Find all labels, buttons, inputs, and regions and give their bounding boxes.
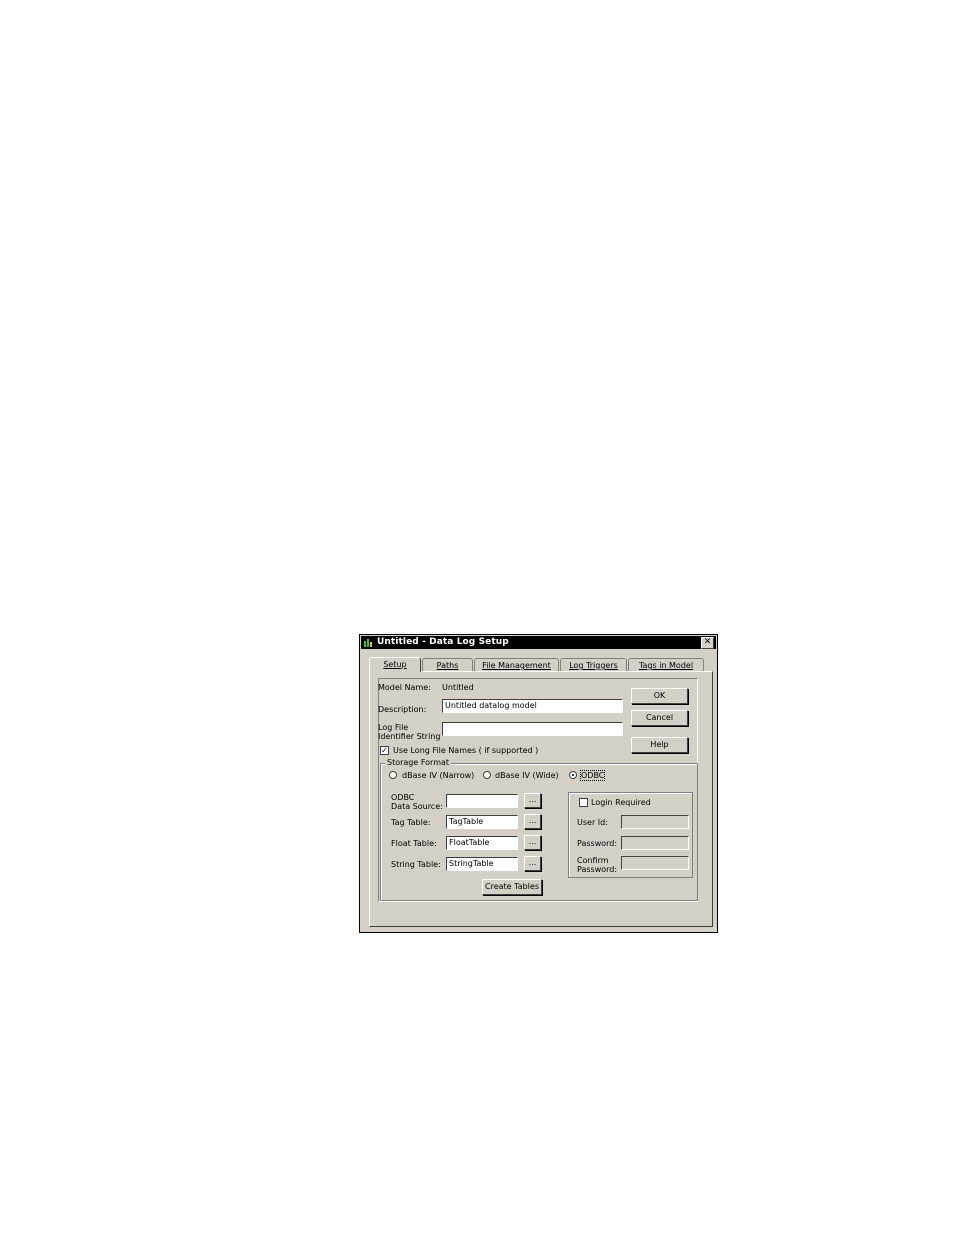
float-table-browse-button[interactable]: ... bbox=[524, 835, 541, 850]
tab-tags-in-model[interactable]: Tags in Model bbox=[628, 658, 704, 671]
odbc-label: ODBC bbox=[579, 770, 606, 781]
password-input[interactable] bbox=[621, 836, 689, 850]
create-tables-button[interactable]: Create Tables bbox=[482, 879, 542, 895]
tag-table-browse-button[interactable]: ... bbox=[524, 814, 541, 829]
float-table-label: Float Table: bbox=[391, 839, 437, 848]
title-bar[interactable]: Untitled - Data Log Setup ✕ bbox=[361, 636, 716, 649]
app-icon bbox=[364, 639, 372, 647]
long-file-names-label: Use Long File Names ( if supported ) bbox=[393, 746, 539, 755]
data-source-browse-button[interactable]: ... bbox=[524, 793, 541, 808]
string-table-input[interactable]: StringTable bbox=[446, 857, 518, 871]
description-input[interactable]: Untitled datalog model bbox=[442, 699, 623, 713]
tab-setup[interactable]: Setup bbox=[369, 657, 421, 672]
tab-paths[interactable]: Paths bbox=[422, 658, 473, 671]
odbc-radio[interactable] bbox=[569, 771, 577, 779]
data-log-setup-dialog: Untitled - Data Log Setup ✕ Setup Paths … bbox=[359, 634, 718, 933]
confirm-password-label-line1: Confirm bbox=[577, 856, 609, 865]
log-file-label-line1: Log File bbox=[378, 723, 409, 732]
help-button[interactable]: Help bbox=[631, 737, 688, 753]
tab-file-management[interactable]: File Management bbox=[474, 658, 559, 671]
cancel-button[interactable]: Cancel bbox=[631, 710, 688, 726]
dbase-wide-label: dBase IV (Wide) bbox=[495, 771, 559, 780]
description-label: Description: bbox=[378, 705, 427, 714]
login-required-label: Login Required bbox=[591, 798, 651, 807]
string-table-browse-button[interactable]: ... bbox=[524, 856, 541, 871]
window-title: Untitled - Data Log Setup bbox=[377, 637, 509, 647]
dbase-narrow-radio[interactable] bbox=[389, 771, 397, 779]
log-file-identifier-input[interactable] bbox=[442, 722, 623, 736]
confirm-password-input[interactable] bbox=[621, 856, 689, 870]
model-name-value: Untitled bbox=[442, 683, 474, 692]
dbase-wide-radio[interactable] bbox=[483, 771, 491, 779]
model-name-label: Model Name: bbox=[378, 683, 431, 692]
close-icon[interactable]: ✕ bbox=[701, 637, 714, 649]
password-label: Password: bbox=[577, 839, 618, 848]
user-id-input[interactable] bbox=[621, 815, 689, 829]
confirm-password-label-line2: Password: bbox=[577, 865, 618, 874]
data-source-label-line1: ODBC bbox=[391, 793, 415, 802]
data-source-input[interactable] bbox=[446, 794, 518, 808]
tag-table-input[interactable]: TagTable bbox=[446, 815, 518, 829]
data-source-label-line2: Data Source: bbox=[391, 802, 443, 811]
tag-table-label: Tag Table: bbox=[391, 818, 431, 827]
tab-log-triggers[interactable]: Log Triggers bbox=[560, 658, 627, 671]
user-id-label: User Id: bbox=[577, 818, 608, 827]
float-table-input[interactable]: FloatTable bbox=[446, 836, 518, 850]
log-file-label-line2: Identifier String bbox=[378, 732, 441, 741]
string-table-label: String Table: bbox=[391, 860, 441, 869]
ok-button[interactable]: OK bbox=[631, 688, 688, 704]
long-file-names-checkbox[interactable]: ✓ bbox=[380, 746, 389, 755]
storage-format-legend: Storage Format bbox=[385, 758, 452, 767]
dbase-narrow-label: dBase IV (Narrow) bbox=[402, 771, 475, 780]
login-required-checkbox[interactable] bbox=[579, 798, 588, 807]
